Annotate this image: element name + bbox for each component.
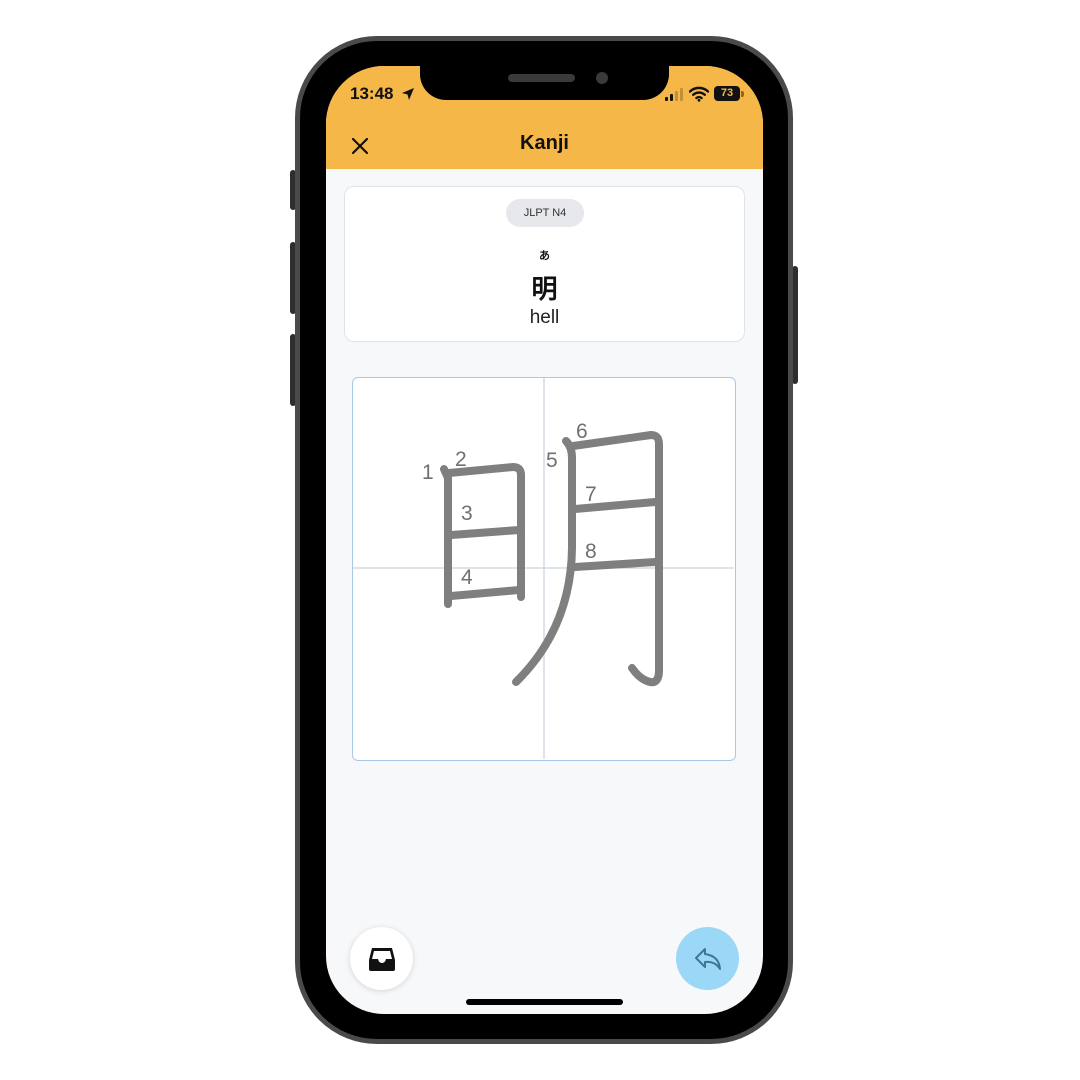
stroke-order-diagram: 1 2 3 4 5 6 7 8 — [353, 378, 734, 759]
battery-level: 73 — [720, 87, 734, 99]
kanji-furigana: あ — [539, 249, 550, 262]
status-time: 13:48 — [350, 84, 394, 103]
jlpt-level-badge: JLPT N4 — [506, 199, 584, 227]
battery-tip — [741, 91, 744, 97]
stroke-3 — [447, 526, 523, 539]
stroke-number: 8 — [585, 540, 597, 563]
inbox-tray-icon — [368, 947, 395, 971]
phone-mockup: 13:48 73 Kanji JLPT N4 あ 明 hell 1 2 3 4 … — [0, 0, 1080, 1080]
stroke-number: 5 — [546, 449, 558, 472]
cellular-signal-icon — [665, 88, 683, 101]
stroke-order-canvas[interactable]: 1 2 3 4 5 6 7 8 — [352, 377, 736, 761]
stroke-number: 6 — [576, 420, 588, 443]
stroke-number: 4 — [461, 566, 473, 589]
reply-arrow-icon — [694, 947, 721, 970]
stroke-number: 3 — [461, 502, 473, 525]
kanji-character: 明 — [531, 275, 558, 305]
stroke-4 — [447, 586, 523, 600]
stroke-number: 7 — [585, 483, 597, 506]
wifi-icon — [689, 86, 709, 102]
front-camera — [596, 72, 608, 84]
kanji-info-card: JLPT N4 あ 明 hell — [344, 186, 745, 342]
location-arrow-icon — [402, 88, 414, 100]
reply-button[interactable] — [676, 927, 739, 990]
page-title: Kanji — [520, 132, 569, 154]
stroke-number: 1 — [422, 461, 434, 484]
app-screen: 13:48 73 Kanji JLPT N4 あ 明 hell 1 2 3 4 … — [326, 66, 763, 1014]
home-indicator — [466, 999, 623, 1005]
earpiece-speaker — [508, 74, 575, 82]
stroke-number: 2 — [455, 448, 467, 471]
battery-icon: 73 — [714, 86, 740, 101]
kanji-meaning: hell — [529, 307, 560, 328]
inbox-button[interactable] — [350, 927, 413, 990]
